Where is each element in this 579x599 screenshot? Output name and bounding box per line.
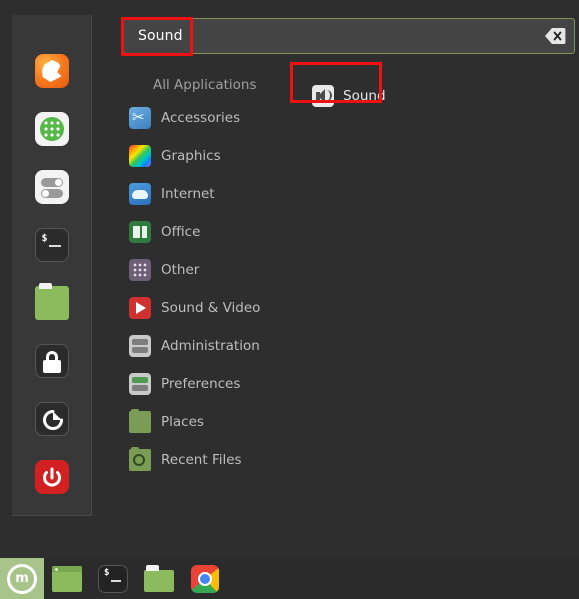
- folder-clock-icon: [129, 447, 151, 471]
- favorites-sidebar: [12, 15, 92, 516]
- lock-icon: [34, 344, 69, 378]
- category-item-preferences[interactable]: Preferences: [123, 365, 308, 403]
- category-header: All Applications: [153, 77, 257, 93]
- menu-content-area: Sound All Applications Accessories Graph…: [110, 15, 575, 540]
- category-item-places[interactable]: Places: [123, 403, 308, 441]
- mint-menu-button[interactable]: m: [0, 558, 44, 599]
- speaker-icon: [312, 85, 334, 107]
- category-item-other[interactable]: Other: [123, 251, 308, 289]
- settings-toggles-icon: [34, 170, 69, 204]
- terminal-icon: [34, 228, 69, 262]
- firefox-icon: [34, 54, 69, 88]
- category-item-internet[interactable]: Internet: [123, 175, 308, 213]
- app-grid-icon: [34, 112, 69, 146]
- folder-icon: [129, 409, 151, 433]
- category-label: Internet: [161, 186, 215, 202]
- category-item-office[interactable]: Office: [123, 213, 308, 251]
- category-item-graphics[interactable]: Graphics: [123, 137, 308, 175]
- folder-icon: [144, 564, 174, 592]
- power-icon: [34, 460, 69, 494]
- category-label: Graphics: [161, 148, 221, 164]
- category-item-administration[interactable]: Administration: [123, 327, 308, 365]
- category-label: Places: [161, 414, 204, 430]
- play-icon: [129, 297, 151, 319]
- chrome-icon: [191, 564, 219, 593]
- document-icon: [129, 221, 151, 243]
- category-item-sound-and-video[interactable]: Sound & Video: [123, 289, 308, 327]
- search-input[interactable]: Sound: [123, 18, 575, 54]
- terminal-icon: [98, 564, 128, 593]
- cloud-icon: [129, 183, 151, 205]
- search-input-value: Sound: [138, 28, 183, 44]
- taskbar-item-files[interactable]: [136, 558, 182, 599]
- sliders-icon: [129, 373, 151, 395]
- category-list: All Applications Accessories Graphics In…: [123, 71, 308, 479]
- sidebar-item-software-manager[interactable]: [23, 100, 81, 158]
- category-item-accessories[interactable]: Accessories: [123, 99, 308, 137]
- sidebar-item-terminal[interactable]: [23, 216, 81, 274]
- category-label: Accessories: [161, 110, 241, 126]
- category-label: Recent Files: [161, 452, 242, 468]
- dot-grid-icon: [129, 259, 151, 281]
- logout-icon: [34, 402, 69, 436]
- taskbar-item-terminal[interactable]: [90, 558, 136, 599]
- sidebar-item-files[interactable]: [23, 274, 81, 332]
- category-item-recent-files[interactable]: Recent Files: [123, 441, 308, 479]
- sidebar-item-system-settings[interactable]: [23, 158, 81, 216]
- sidebar-item-logout[interactable]: [23, 390, 81, 448]
- application-menu-window: Sound All Applications Accessories Graph…: [0, 0, 579, 558]
- taskbar: m: [0, 558, 579, 599]
- taskbar-item-window[interactable]: [44, 558, 90, 599]
- color-gradient-icon: [129, 145, 151, 167]
- category-label: Administration: [161, 338, 260, 354]
- search-result-label: Sound: [343, 88, 386, 104]
- sidebar-item-firefox[interactable]: [23, 42, 81, 100]
- search-row: Sound: [123, 18, 575, 54]
- category-label: Office: [161, 224, 201, 240]
- taskbar-item-chrome[interactable]: [182, 558, 228, 599]
- scissors-icon: [129, 106, 151, 129]
- clear-text-icon[interactable]: [544, 27, 566, 45]
- category-label: Preferences: [161, 376, 241, 392]
- category-label: Sound & Video: [161, 300, 261, 316]
- server-icon: [129, 335, 151, 357]
- category-label: Other: [161, 262, 200, 278]
- folder-icon: [34, 283, 69, 320]
- sidebar-item-lock-screen[interactable]: [23, 332, 81, 390]
- sidebar-item-quit[interactable]: [23, 448, 81, 506]
- window-icon: [52, 565, 82, 592]
- mint-logo-icon: m: [7, 563, 37, 594]
- search-result-item-sound[interactable]: Sound: [306, 81, 392, 111]
